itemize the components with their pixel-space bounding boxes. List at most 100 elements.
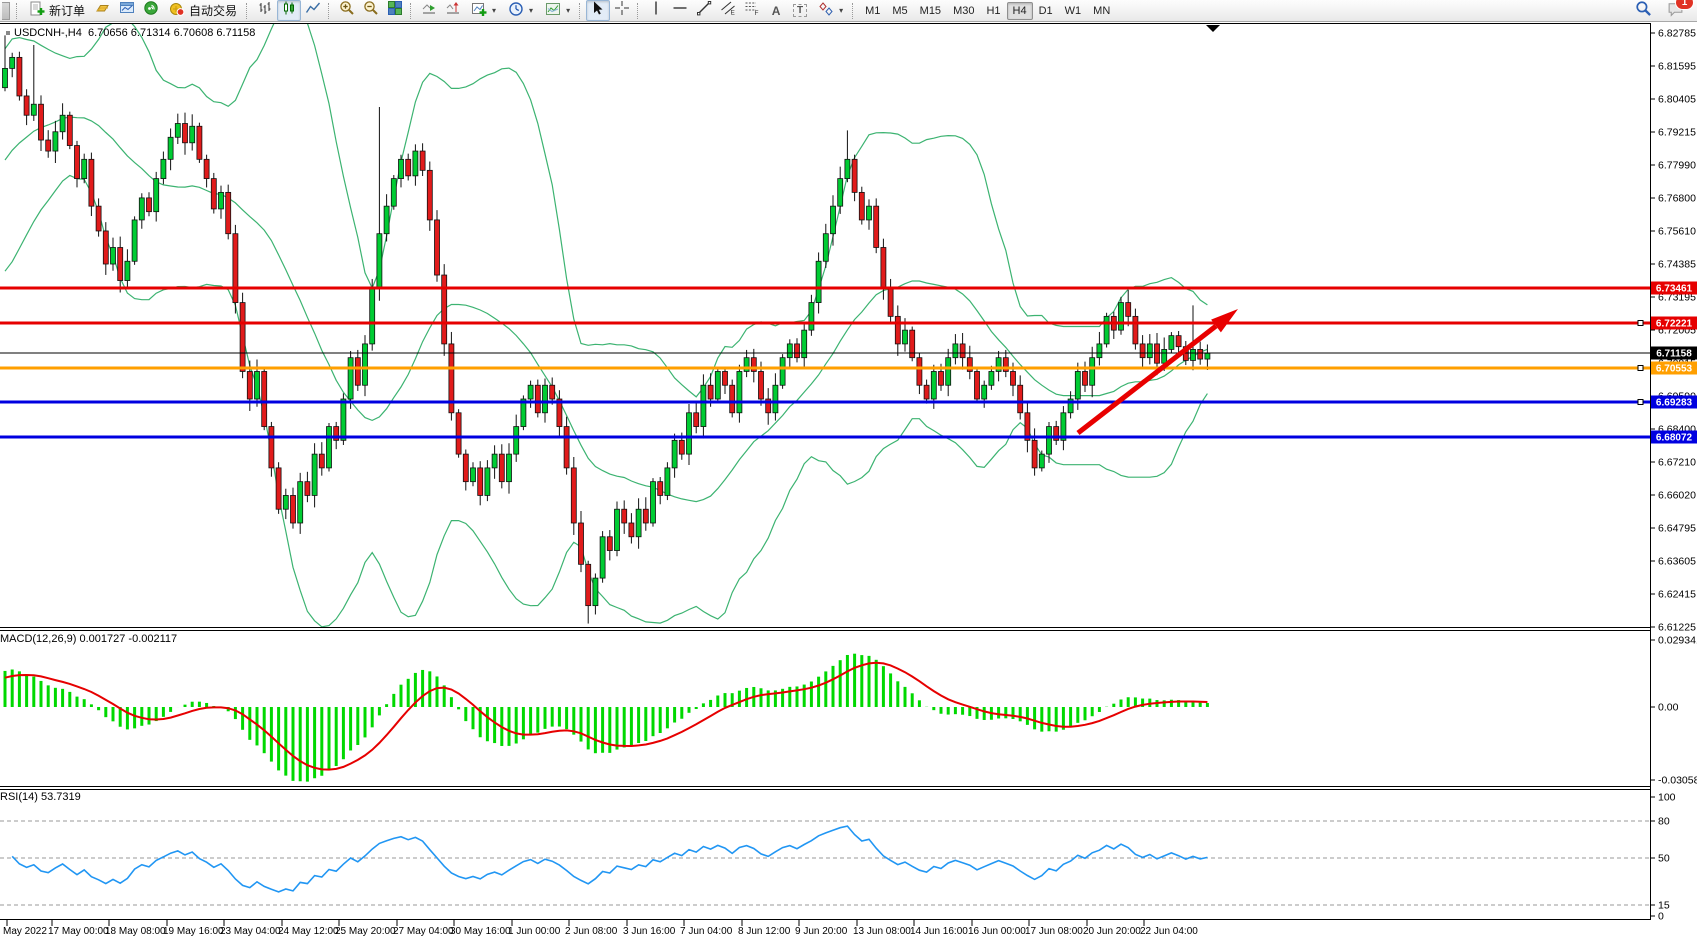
svg-text:0.00: 0.00: [1658, 702, 1679, 714]
gold-ingot-icon: [95, 0, 111, 21]
fibonacci-tool-button[interactable]: F: [740, 0, 764, 21]
svg-text:6.69283: 6.69283: [1656, 398, 1693, 409]
tf-h4-button[interactable]: H4: [1007, 2, 1033, 20]
svg-text:6.72221: 6.72221: [1656, 319, 1693, 330]
line-chart-icon: [305, 0, 321, 21]
candlestick-mode-button[interactable]: [277, 0, 301, 21]
chevron-down-icon: ▾: [529, 6, 533, 15]
svg-text:19 May 16:00: 19 May 16:00: [163, 926, 224, 937]
svg-text:-0.030587: -0.030587: [1658, 775, 1697, 787]
zoom-out-button[interactable]: [359, 0, 383, 21]
auto-trading-button[interactable]: 自动交易: [163, 0, 243, 21]
auto-scroll-icon: [421, 0, 437, 21]
svg-text:6.74385: 6.74385: [1658, 259, 1696, 271]
text-label-tool-button[interactable]: T: [788, 0, 812, 21]
svg-text:0: 0: [1658, 911, 1664, 923]
gold-icon-button[interactable]: [91, 0, 115, 21]
svg-text:50: 50: [1658, 853, 1670, 865]
cursor-tool-button[interactable]: [586, 0, 610, 21]
auto-scroll-button[interactable]: [417, 0, 441, 21]
macd-indicator-label: MACD(12,26,9) 0.001727 -0.002117: [0, 633, 177, 645]
horizontal-line-tool-button[interactable]: [668, 0, 692, 21]
report-window-button[interactable]: [115, 0, 139, 21]
trendline-tool-button[interactable]: [692, 0, 716, 21]
svg-text:6.79215: 6.79215: [1658, 127, 1696, 139]
chart-shift-button[interactable]: [441, 0, 465, 21]
svg-text:6.64795: 6.64795: [1658, 523, 1696, 535]
svg-text:24 May 12:00: 24 May 12:00: [278, 926, 339, 937]
tf-m15-button[interactable]: M15: [914, 2, 947, 20]
rsi-indicator-label: RSI(14) 53.7319: [0, 791, 81, 803]
bar-chart-mode-button[interactable]: [253, 0, 277, 21]
toolbar-separator: [16, 3, 20, 19]
period-clock-button[interactable]: ▾: [502, 0, 539, 21]
chart-canvas[interactable]: 6.827856.815956.804056.792156.779906.768…: [0, 0, 1697, 942]
zoom-in-button[interactable]: [335, 0, 359, 21]
toolbar-separator: [328, 3, 332, 19]
svg-text:13 Jun 08:00: 13 Jun 08:00: [853, 926, 911, 937]
svg-text:E: E: [731, 10, 736, 17]
channel-icon: E: [720, 0, 736, 21]
search-button[interactable]: [1631, 0, 1655, 21]
svg-text:6.75610: 6.75610: [1658, 226, 1696, 238]
svg-text:7 Jun 04:00: 7 Jun 04:00: [680, 926, 733, 937]
chevron-down-icon: ▾: [492, 6, 496, 15]
svg-text:6.80405: 6.80405: [1658, 94, 1696, 106]
svg-text:8 Jun 12:00: 8 Jun 12:00: [738, 926, 791, 937]
new-order-button[interactable]: 新订单: [23, 0, 91, 21]
crosshair-tool-button[interactable]: [610, 0, 634, 21]
clock-icon: [508, 1, 524, 20]
zoom-in-icon: [339, 0, 355, 21]
rsi-pane: [0, 821, 1650, 905]
tf-mn-button[interactable]: MN: [1087, 2, 1116, 20]
tf-d1-button[interactable]: D1: [1033, 2, 1059, 20]
svg-text:2 Jun 08:00: 2 Jun 08:00: [565, 926, 618, 937]
svg-text:27 May 04:00: 27 May 04:00: [393, 926, 454, 937]
svg-text:6.70553: 6.70553: [1656, 364, 1693, 375]
new-order-label: 新订单: [49, 2, 85, 19]
vertical-line-tool-button[interactable]: [644, 0, 668, 21]
toolbar-separator: [410, 3, 414, 19]
equidistant-channel-tool-button[interactable]: E: [716, 0, 740, 21]
new-chart-icon: [471, 1, 487, 20]
svg-text:6.81595: 6.81595: [1658, 61, 1696, 73]
chart-shift-marker: [1206, 25, 1220, 32]
svg-text:6.68072: 6.68072: [1656, 433, 1693, 444]
toolbar-separator: [852, 3, 856, 19]
arrows-tool-button[interactable]: ▾: [812, 0, 849, 21]
bar-chart-icon: [257, 0, 273, 21]
chevron-down-icon: ▾: [566, 6, 570, 15]
svg-text:80: 80: [1658, 816, 1670, 828]
signals-button[interactable]: [139, 0, 163, 21]
notifications-button[interactable]: 1: [1663, 0, 1687, 21]
price-pane: [0, 3, 1650, 626]
tf-m5-button[interactable]: M5: [886, 2, 913, 20]
toolbar-right-group: 1: [1631, 0, 1687, 21]
svg-text:14 Jun 16:00: 14 Jun 16:00: [910, 926, 968, 937]
mt4-window: 新订单 自动交易: [0, 0, 1697, 942]
svg-text:30 May 16:00: 30 May 16:00: [450, 926, 511, 937]
tile-windows-icon: [387, 0, 403, 21]
svg-text:1 Jun 00:00: 1 Jun 00:00: [508, 926, 561, 937]
tf-w1-button[interactable]: W1: [1059, 2, 1088, 20]
line-chart-mode-button[interactable]: [301, 0, 325, 21]
new-chart-button[interactable]: ▾: [465, 0, 502, 21]
tf-m30-button[interactable]: M30: [947, 2, 980, 20]
auto-trading-label: 自动交易: [189, 2, 237, 19]
svg-text:6.62415: 6.62415: [1658, 589, 1696, 601]
arrows-shapes-icon: [818, 1, 834, 20]
templates-button[interactable]: ▾: [539, 0, 576, 21]
tf-m1-button[interactable]: M1: [859, 2, 886, 20]
toolbar-separator: [246, 3, 250, 19]
svg-text:100: 100: [1658, 792, 1676, 804]
text-tool-button[interactable]: A: [764, 0, 788, 21]
svg-text:20 Jun 20:00: 20 Jun 20:00: [1083, 926, 1141, 937]
tile-windows-button[interactable]: [383, 0, 407, 21]
horizontal-line-icon: [672, 0, 688, 21]
tf-h1-button[interactable]: H1: [980, 2, 1006, 20]
toolbar-separator: [637, 3, 641, 19]
symbol-ohlc-values: 6.70656 6.71314 6.70608 6.71158: [88, 27, 255, 39]
svg-text:3 Jun 16:00: 3 Jun 16:00: [623, 926, 676, 937]
svg-text:18 May 08:00: 18 May 08:00: [105, 926, 166, 937]
svg-text:6.77990: 6.77990: [1658, 160, 1696, 172]
